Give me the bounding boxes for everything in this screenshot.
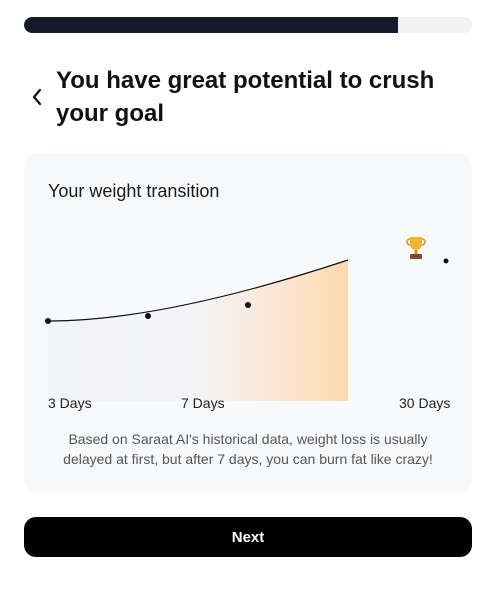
trophy-icon: [406, 237, 426, 259]
card-caption: Based on Saraat AI's historical data, we…: [63, 431, 433, 467]
progress-bar: [24, 17, 472, 33]
x-tick-label: 3 Days: [48, 395, 92, 411]
chart-point: [443, 258, 449, 264]
weight-chart: [45, 237, 449, 401]
x-tick-label: 30 Days: [399, 395, 451, 411]
next-button[interactable]: Next: [24, 517, 472, 557]
chart-area: [48, 260, 348, 401]
card-title: Your weight transition: [48, 181, 220, 201]
page-title: You have great potential to crush your g…: [56, 67, 435, 127]
chart-point: [45, 318, 51, 324]
chevron-left-icon: [32, 88, 42, 106]
back-button[interactable]: [24, 84, 50, 110]
chart-point: [245, 302, 251, 308]
chart-point: [145, 313, 151, 319]
progress-fill: [24, 17, 399, 33]
x-tick-label: 7 Days: [181, 395, 225, 411]
weight-transition-card: Your weight transition 3 Days 7 Days 30 …: [24, 153, 472, 493]
